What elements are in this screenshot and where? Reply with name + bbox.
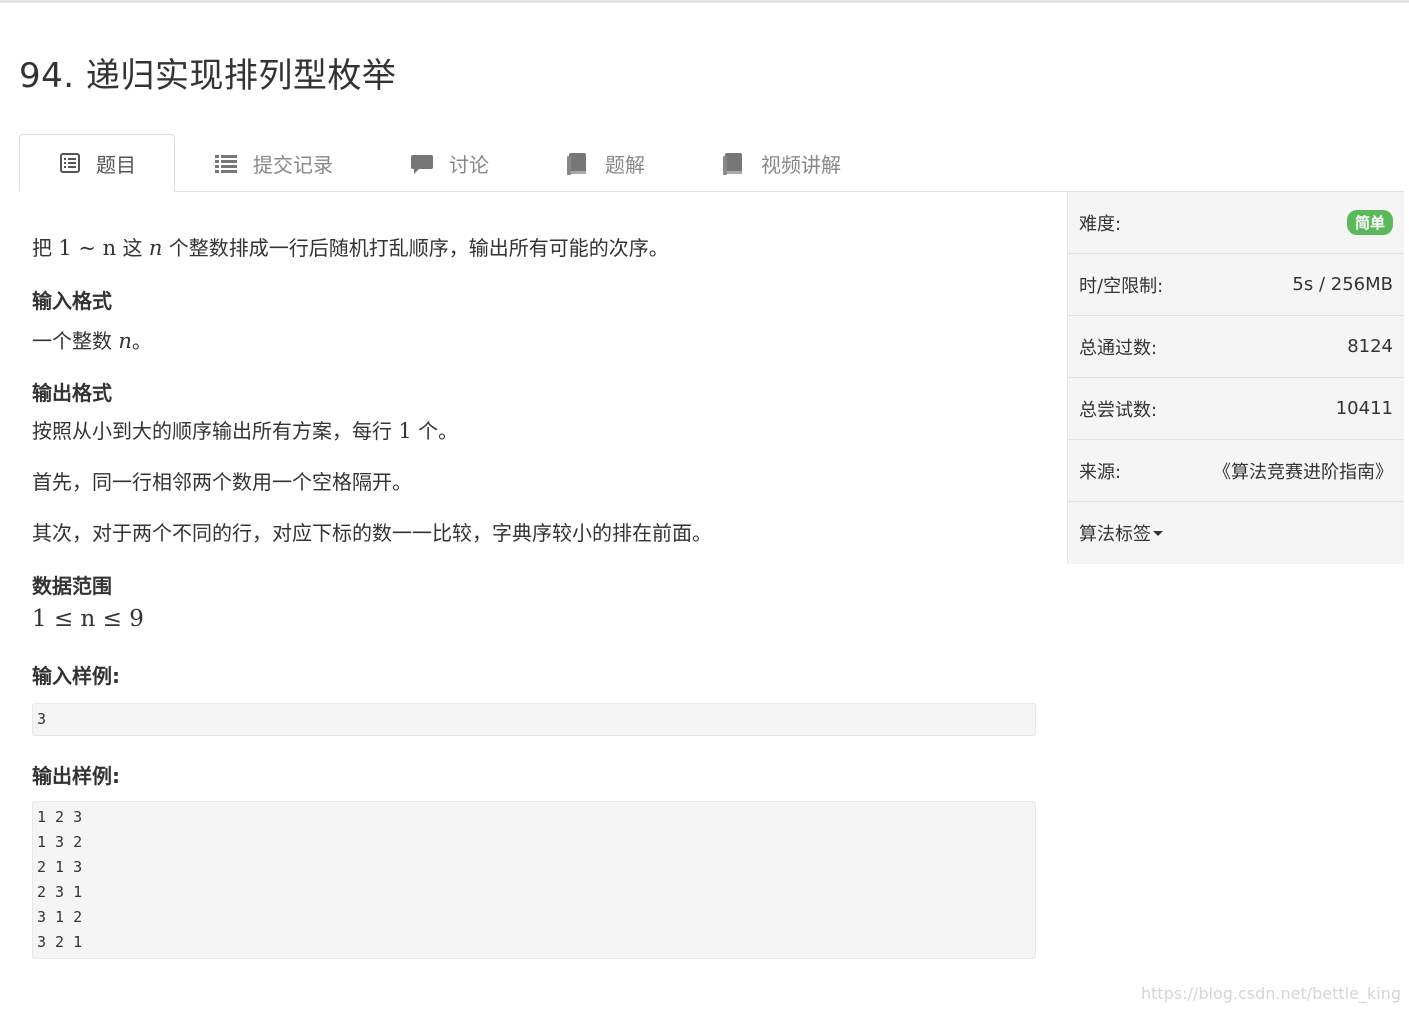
output-format-rule-1: 首先，同一行相邻两个数用一个空格隔开。	[32, 470, 412, 494]
input-format-heading: 输入格式	[32, 289, 112, 313]
problem-info-panel: 难度: 简单 时/空限制: 5s / 256MB 总通过数: 8124 总尝试数…	[1067, 192, 1404, 564]
accepted-label: 总通过数:	[1079, 337, 1158, 359]
tab-label: 题解	[605, 152, 645, 177]
limit-value: 5s / 256MB	[1292, 274, 1393, 295]
tab-label: 讨论	[449, 152, 489, 177]
watermark: https://blog.csdn.net/bettle_king	[1141, 984, 1401, 1003]
attempts-row: 总尝试数: 10411	[1068, 378, 1404, 440]
page-title: 94. 递归实现排列型枚举	[19, 56, 397, 96]
source-value: 《算法竞赛进阶指南》	[1213, 461, 1393, 483]
accepted-row: 总通过数: 8124	[1068, 316, 1404, 378]
tab-bar: 题目 提交记录 讨论 题解 视频讲解	[19, 134, 1404, 192]
sample-output-heading: 输出样例:	[32, 764, 120, 788]
code-line: 3	[37, 710, 47, 728]
difficulty-label: 难度:	[1079, 213, 1122, 235]
caret-down-icon	[1153, 530, 1163, 536]
code-line: 1 2 3	[37, 808, 83, 826]
tab-label: 视频讲解	[761, 152, 841, 177]
limit-row: 时/空限制: 5s / 256MB	[1068, 254, 1404, 316]
math-n: n	[148, 236, 163, 260]
tab-label: 题目	[96, 152, 136, 177]
list-alt-icon	[60, 153, 80, 173]
source-label: 来源:	[1079, 461, 1122, 483]
algorithm-tags-toggle[interactable]: 算法标签	[1079, 520, 1151, 546]
tab-submissions[interactable]: 提交记录	[175, 134, 371, 192]
sample-input-heading: 输入样例:	[32, 664, 120, 688]
tab-label: 提交记录	[253, 152, 333, 177]
list-icon	[215, 153, 237, 173]
input-format-text: 一个整数 n。	[32, 329, 152, 353]
math-range: 1 ∼ n	[58, 236, 117, 260]
attempts-value: 10411	[1335, 398, 1393, 419]
output-format-heading: 输出格式	[32, 381, 112, 405]
code-line: 2 1 3	[37, 858, 83, 876]
sample-output-block[interactable]: 1 2 3 1 3 2 2 1 3 2 3 1 3 1 2 3 2 1	[32, 801, 1036, 959]
data-range-heading: 数据范围	[32, 574, 112, 598]
problem-description: 把 1 ∼ n 这 n 个整数排成一行后随机打乱顺序，输出所有可能的次序。	[32, 236, 669, 260]
attempts-label: 总尝试数:	[1079, 399, 1158, 421]
output-format-text: 按照从小到大的顺序输出所有方案，每行 1 个。	[32, 419, 459, 443]
top-border	[0, 0, 1409, 3]
book-icon	[723, 153, 743, 175]
code-line: 2 3 1	[37, 883, 83, 901]
accepted-value: 8124	[1347, 336, 1393, 357]
data-range-math: 1 ≤ n ≤ 9	[32, 606, 144, 632]
code-line: 1 3 2	[37, 833, 83, 851]
tab-solutions[interactable]: 题解	[527, 134, 683, 192]
comment-icon	[411, 153, 433, 174]
book-icon	[567, 153, 587, 175]
tab-discussion[interactable]: 讨论	[371, 134, 527, 192]
tab-video[interactable]: 视频讲解	[683, 134, 879, 192]
difficulty-row: 难度: 简单	[1068, 192, 1404, 254]
source-row: 来源: 《算法竞赛进阶指南》	[1068, 440, 1404, 502]
limit-label: 时/空限制:	[1079, 275, 1164, 297]
difficulty-badge: 简单	[1346, 210, 1393, 235]
tags-row[interactable]: 算法标签	[1068, 502, 1404, 564]
code-line: 3 1 2	[37, 908, 83, 926]
sample-input-block[interactable]: 3	[32, 703, 1036, 736]
code-line: 3 2 1	[37, 933, 83, 951]
output-format-rule-2: 其次，对于两个不同的行，对应下标的数一一比较，字典序较小的排在前面。	[32, 521, 712, 545]
tab-problem[interactable]: 题目	[19, 134, 175, 192]
